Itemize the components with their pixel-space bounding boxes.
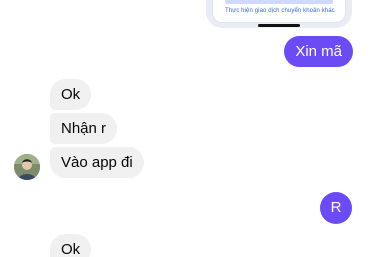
image-caption: Thực hiện giao dịch chuyển khoản khác bbox=[225, 8, 335, 14]
message-bubble-incoming[interactable]: Vào app đi bbox=[50, 147, 144, 178]
message-text: Vào app đi bbox=[61, 154, 133, 171]
image-home-indicator bbox=[258, 24, 300, 27]
message-bubble-outgoing[interactable]: Xin mã bbox=[284, 36, 353, 67]
image-top-bar bbox=[225, 0, 333, 4]
message-text: Xin mã bbox=[295, 43, 342, 60]
chat-thread: Thực hiện giao dịch chuyển khoản khác Xi… bbox=[0, 0, 374, 257]
message-text: R bbox=[330, 199, 342, 216]
message-text: Nhận r bbox=[61, 120, 107, 137]
message-text: Ok bbox=[61, 86, 81, 103]
shared-image-preview[interactable]: Thực hiện giao dịch chuyển khoản khác bbox=[206, 0, 352, 28]
message-bubble-incoming[interactable]: Nhận r bbox=[50, 113, 118, 144]
message-bubble-incoming[interactable]: Ok bbox=[50, 234, 92, 257]
contact-avatar-icon[interactable] bbox=[14, 154, 40, 180]
avatar-photo bbox=[14, 154, 40, 180]
message-bubble-incoming[interactable]: Ok bbox=[50, 79, 92, 110]
message-text: Ok bbox=[61, 241, 81, 257]
image-card: Thực hiện giao dịch chuyển khoản khác bbox=[212, 0, 346, 23]
message-bubble-outgoing[interactable]: R bbox=[320, 192, 352, 224]
